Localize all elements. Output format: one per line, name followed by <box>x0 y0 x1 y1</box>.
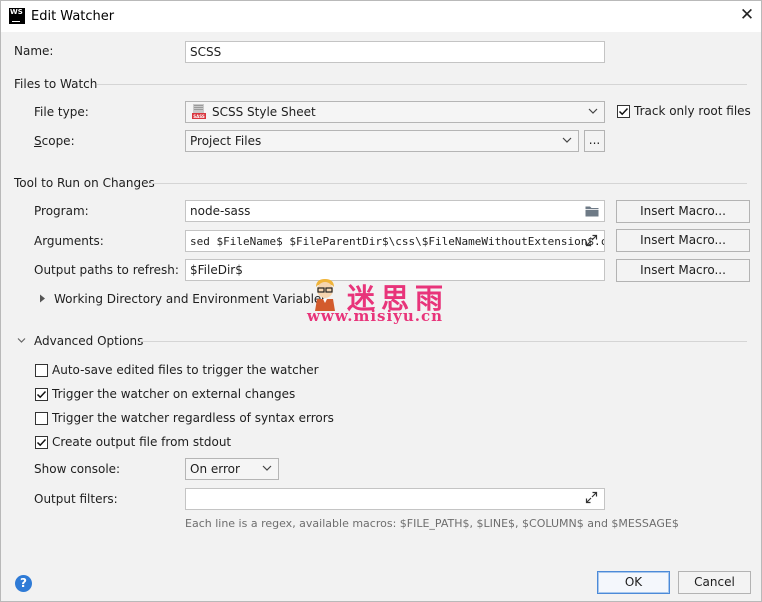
files-to-watch-header: Files to Watch <box>14 77 98 91</box>
insert-macro-program-button[interactable]: Insert Macro... <box>616 200 750 223</box>
show-console-select[interactable]: On error <box>185 458 279 480</box>
syntax-errors-label: Trigger the watcher regardless of syntax… <box>52 411 334 425</box>
window-title: Edit Watcher <box>31 9 115 24</box>
scope-label: Scope: <box>34 134 75 148</box>
sass-file-icon: SASS <box>192 104 206 120</box>
output-filters-label: Output filters: <box>34 492 118 506</box>
expand-triangle-icon[interactable] <box>39 294 46 303</box>
help-icon[interactable]: ? <box>15 575 32 592</box>
program-value: node-sass <box>190 204 251 218</box>
program-input[interactable]: node-sass <box>185 200 605 222</box>
arguments-input[interactable]: sed $FileName$ $FileParentDir$\css\$File… <box>185 230 605 252</box>
output-paths-label: Output paths to refresh: <box>34 263 179 277</box>
stdout-checkbox[interactable] <box>35 436 48 449</box>
output-filters-input[interactable] <box>185 488 605 510</box>
divider <box>140 341 747 342</box>
scope-value: Project Files <box>190 134 262 148</box>
chevron-down-icon <box>262 465 272 471</box>
scope-more-button[interactable]: ... <box>584 130 605 152</box>
insert-macro-arguments-button[interactable]: Insert Macro... <box>616 229 750 252</box>
name-label: Name: <box>14 44 54 58</box>
show-console-value: On error <box>190 462 240 476</box>
file-type-label: File type: <box>34 105 89 119</box>
edit-watcher-dialog: WS Edit Watcher ✕ Name: SCSS Files to Wa… <box>0 0 762 602</box>
arguments-label: Arguments: <box>34 234 104 248</box>
watermark-url: www.misiyu.cn <box>307 307 444 325</box>
name-input[interactable]: SCSS <box>185 41 605 63</box>
insert-macro-output-button[interactable]: Insert Macro... <box>616 259 750 282</box>
output-filters-hint: Each line is a regex, available macros: … <box>185 517 679 530</box>
checkmark-icon <box>36 438 47 447</box>
arguments-value: sed $FileName$ $FileParentDir$\css\$File… <box>190 235 605 248</box>
checkmark-icon <box>36 390 47 399</box>
ok-button[interactable]: OK <box>597 571 670 594</box>
sass-file-icon-text: SASS <box>193 114 205 119</box>
track-root-label: Track only root files <box>634 104 751 118</box>
expand-icon[interactable] <box>585 491 598 504</box>
tool-header: Tool to Run on Changes <box>14 176 155 190</box>
app-icon-text: WS <box>10 8 23 16</box>
divider <box>97 84 747 85</box>
external-changes-label: Trigger the watcher on external changes <box>52 387 296 401</box>
cartoon-avatar-icon <box>315 279 335 311</box>
folder-icon[interactable] <box>585 205 599 217</box>
divider <box>147 183 747 184</box>
checkmark-icon <box>618 107 629 116</box>
cancel-button[interactable]: Cancel <box>678 571 751 594</box>
external-changes-checkbox[interactable] <box>35 388 48 401</box>
expand-icon[interactable] <box>585 234 598 247</box>
chevron-down-icon <box>562 137 572 143</box>
title-bar: WS Edit Watcher ✕ <box>1 1 761 32</box>
file-type-value: SCSS Style Sheet <box>212 105 316 119</box>
syntax-errors-checkbox[interactable] <box>35 412 48 425</box>
advanced-options-header[interactable]: Advanced Options <box>34 334 143 348</box>
stdout-label: Create output file from stdout <box>52 435 232 449</box>
auto-save-checkbox[interactable] <box>35 364 48 377</box>
scope-select[interactable]: Project Files <box>185 130 579 152</box>
working-directory-toggle[interactable]: Working Directory and Environment Variab… <box>54 292 328 306</box>
track-root-checkbox[interactable] <box>617 105 630 118</box>
collapse-chevron-icon[interactable] <box>17 337 26 344</box>
chevron-down-icon <box>588 108 598 114</box>
auto-save-label: Auto-save edited files to trigger the wa… <box>52 363 319 377</box>
program-label: Program: <box>34 204 89 218</box>
file-type-select[interactable]: SASS SCSS Style Sheet <box>185 101 605 123</box>
webstorm-app-icon: WS <box>9 8 25 24</box>
close-icon[interactable]: ✕ <box>739 7 755 24</box>
show-console-label: Show console: <box>34 462 121 476</box>
